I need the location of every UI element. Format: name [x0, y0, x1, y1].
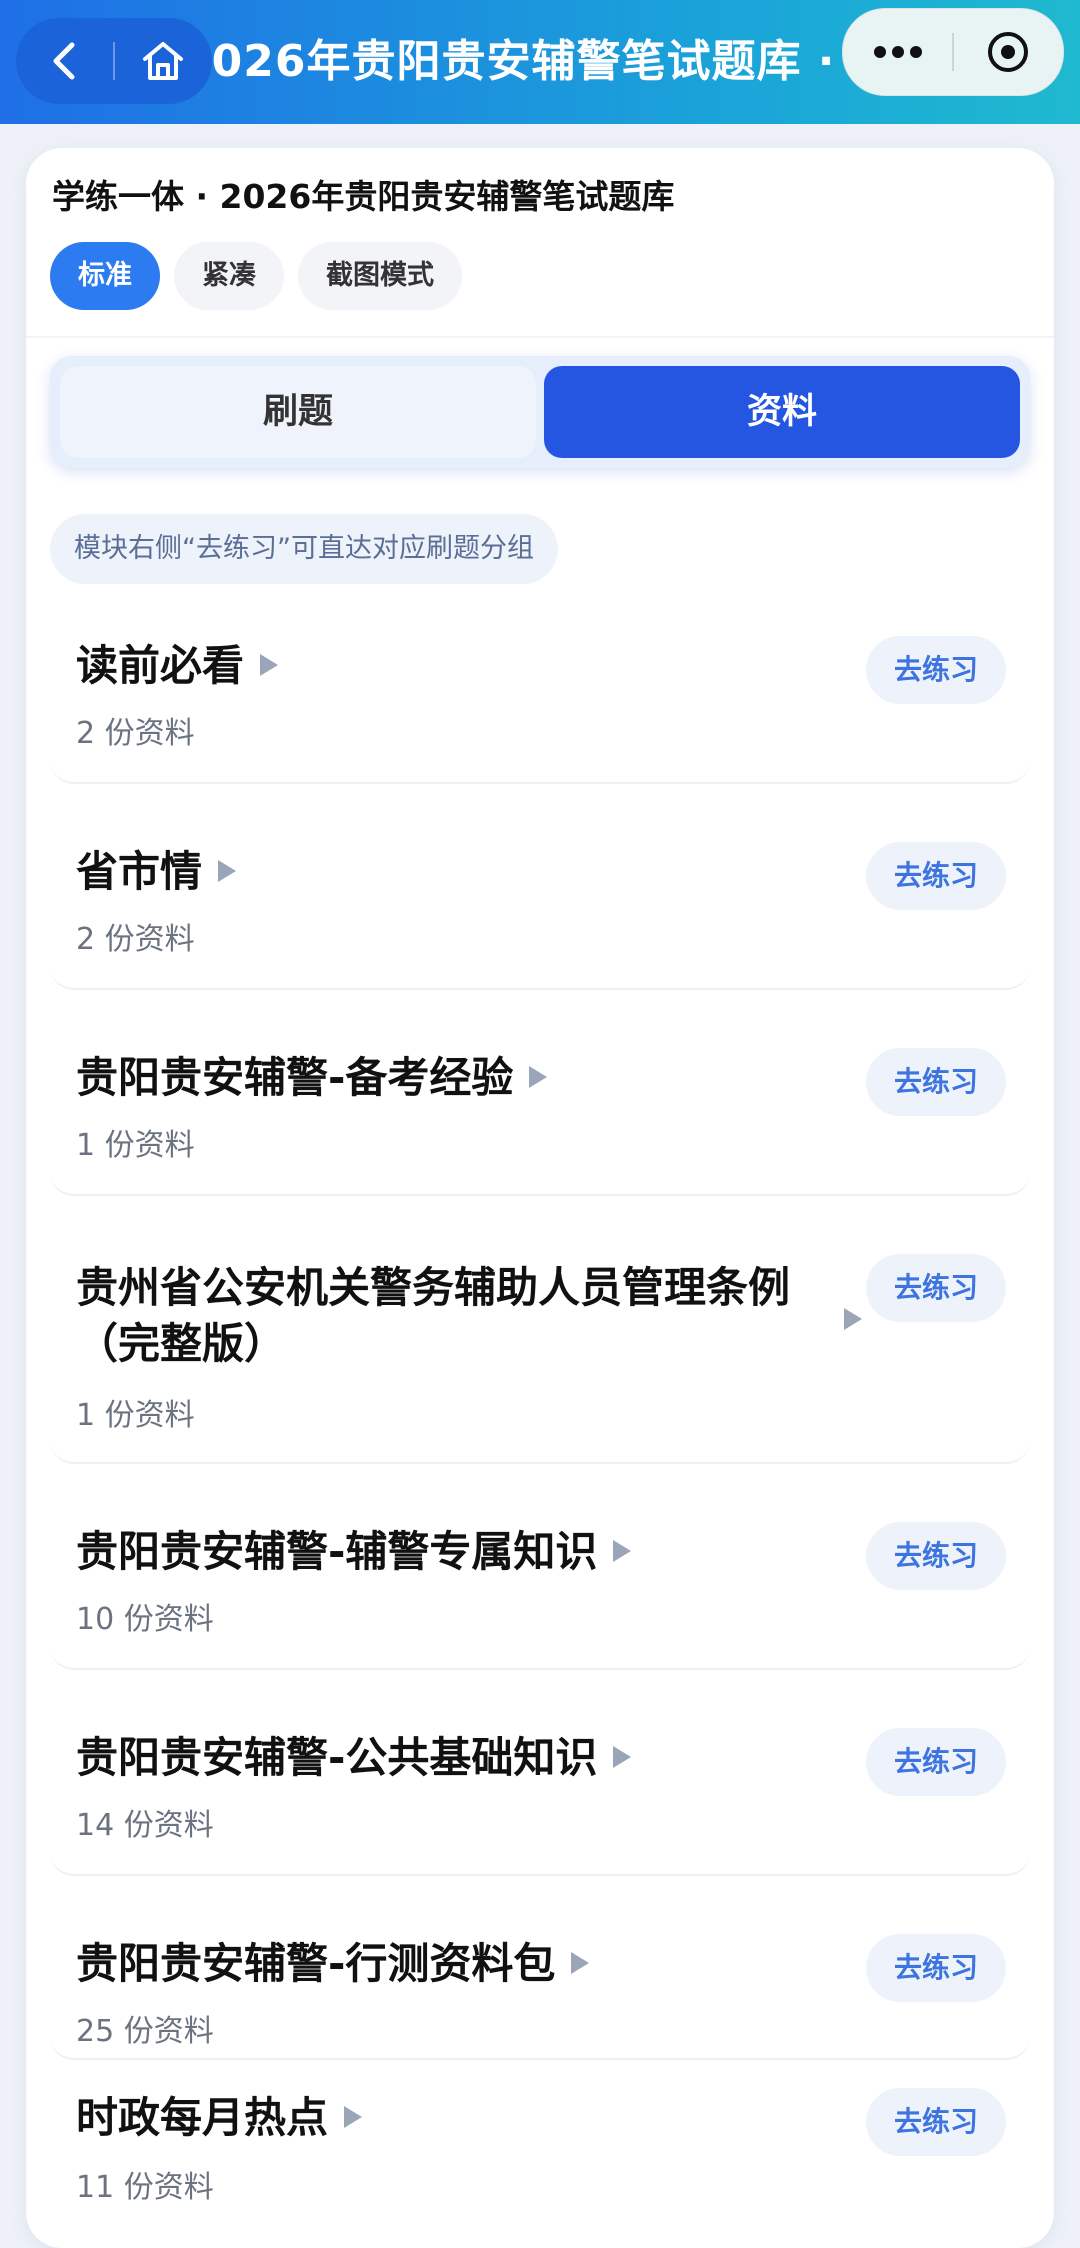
- expand-arrow-icon: [344, 2105, 363, 2128]
- item-title: 贵阳贵安辅警-公共基础知识: [76, 1733, 598, 1782]
- go-practice-button[interactable]: 去练习: [866, 2088, 1006, 2156]
- list-item[interactable]: 省市情 2 份资料 去练习: [50, 814, 1030, 990]
- expand-arrow-icon: [218, 859, 237, 882]
- item-count: 1 份资料: [76, 1398, 195, 1433]
- main-card: 学练一体 · 2026年贵阳贵安辅警笔试题库 标准 紧凑 截图模式 刷题 资料 …: [26, 148, 1054, 2248]
- item-title: 省市情: [76, 847, 203, 896]
- item-title: 贵阳贵安辅警-行测资料包: [76, 1939, 556, 1988]
- expand-arrow-icon: [260, 653, 279, 676]
- list-item[interactable]: 贵阳贵安辅警-备考经验 1 份资料 去练习: [50, 1020, 1030, 1196]
- segmented-tabs: 刷题 资料: [50, 356, 1030, 468]
- list-item[interactable]: 读前必看 2 份资料 去练习: [50, 608, 1030, 784]
- item-title: 贵州省公安机关警务辅助人员管理条例（完整版）: [76, 1263, 791, 1368]
- mode-standard-button[interactable]: 标准: [50, 242, 160, 310]
- top-nav-bar: 2026年贵阳贵安辅警笔试题库 · 学练一体: [0, 0, 1080, 124]
- list-item[interactable]: 贵州省公安机关警务辅助人员管理条例（完整版） 1 份资料 去练习: [50, 1226, 1030, 1464]
- item-count: 10 份资料: [76, 1602, 214, 1637]
- item-title: 贵阳贵安辅警-辅警专属知识: [76, 1527, 598, 1576]
- tab-practice[interactable]: 刷题: [60, 366, 536, 458]
- home-icon: [143, 42, 183, 80]
- mini-program-capsule: [842, 8, 1064, 96]
- go-practice-button[interactable]: 去练习: [866, 1048, 1006, 1116]
- go-practice-button[interactable]: 去练习: [866, 1522, 1006, 1590]
- back-button[interactable]: [16, 18, 114, 104]
- expand-arrow-icon: [571, 1951, 590, 1974]
- item-title: 贵阳贵安辅警-备考经验: [76, 1053, 514, 1102]
- display-mode-switch: 标准 紧凑 截图模式: [50, 242, 462, 310]
- card-title: 学练一体 · 2026年贵阳贵安辅警笔试题库: [52, 177, 675, 216]
- mode-compact-button[interactable]: 紧凑: [174, 242, 284, 310]
- item-count: 1 份资料: [76, 1128, 195, 1163]
- more-dots-icon: [874, 46, 922, 58]
- item-count: 2 份资料: [76, 922, 195, 957]
- item-count: 11 份资料: [76, 2170, 214, 2205]
- chevron-left-icon: [53, 42, 75, 80]
- expand-arrow-icon: [529, 1065, 548, 1088]
- nav-title: 2026年贵阳贵安辅警笔试题库 · 学练一体: [180, 36, 940, 87]
- list-item[interactable]: 贵阳贵安辅警-行测资料包 25 份资料 去练习: [50, 1906, 1030, 2060]
- list-item[interactable]: 贵阳贵安辅警-辅警专属知识 10 份资料 去练习: [50, 1494, 1030, 1670]
- expand-arrow-icon: [613, 1745, 632, 1768]
- target-circle-icon: [988, 32, 1028, 72]
- go-practice-button[interactable]: 去练习: [866, 1728, 1006, 1796]
- divider: [26, 336, 1054, 338]
- go-practice-button[interactable]: 去练习: [866, 1934, 1006, 2002]
- expand-arrow-icon: [613, 1539, 632, 1562]
- item-title: 读前必看: [76, 641, 245, 690]
- go-practice-button[interactable]: 去练习: [866, 1254, 1006, 1322]
- item-count: 25 份资料: [76, 2014, 214, 2049]
- mode-screenshot-button[interactable]: 截图模式: [298, 242, 462, 310]
- item-count: 2 份资料: [76, 716, 195, 751]
- expand-arrow-icon: [844, 1308, 862, 1330]
- tab-materials[interactable]: 资料: [544, 366, 1020, 458]
- list-item[interactable]: 时政每月热点 11 份资料 去练习: [50, 2068, 1030, 2242]
- list-item[interactable]: 贵阳贵安辅警-公共基础知识 14 份资料 去练习: [50, 1700, 1030, 1876]
- item-count: 14 份资料: [76, 1808, 214, 1843]
- tip-badge: 模块右侧“去练习”可直达对应刷题分组: [50, 514, 558, 584]
- nav-left-capsule: [16, 18, 212, 104]
- close-button[interactable]: [953, 9, 1063, 95]
- more-button[interactable]: [843, 9, 953, 95]
- go-practice-button[interactable]: 去练习: [866, 842, 1006, 910]
- go-practice-button[interactable]: 去练习: [866, 636, 1006, 704]
- item-title: 时政每月热点: [76, 2093, 329, 2142]
- home-button[interactable]: [114, 18, 212, 104]
